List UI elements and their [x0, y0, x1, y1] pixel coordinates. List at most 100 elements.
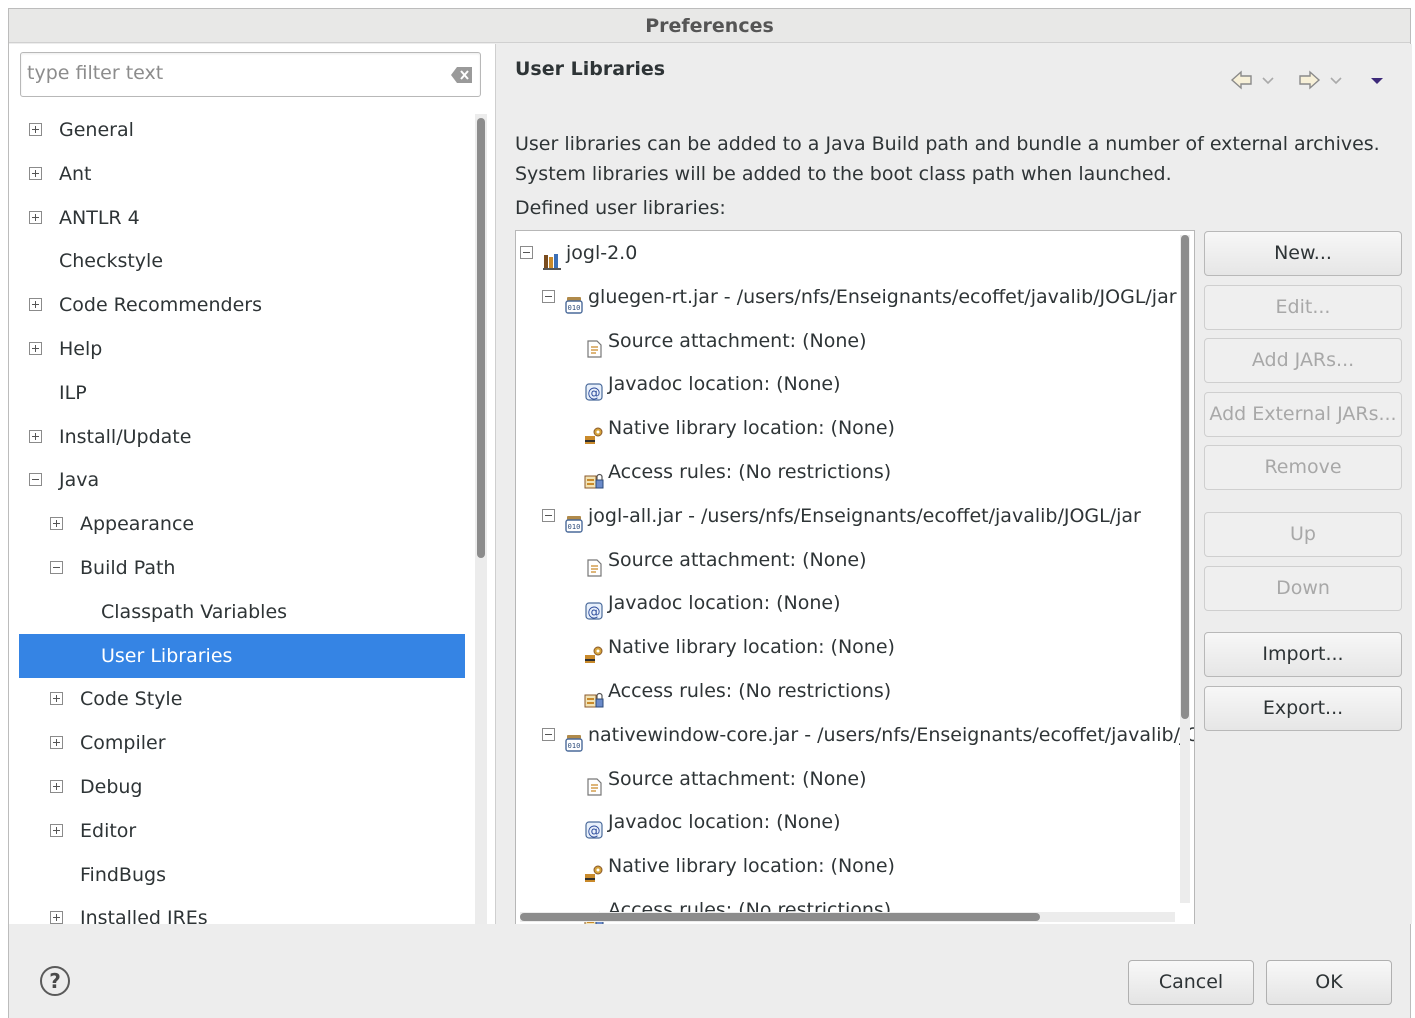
expand-icon[interactable]	[29, 210, 42, 224]
tree-item-installed-jres[interactable]: Installed JREs	[19, 896, 465, 924]
expand-icon[interactable]	[50, 823, 63, 837]
source-attachment-icon	[584, 769, 604, 796]
edit-button[interactable]: Edit...	[1204, 285, 1402, 330]
tree-item-label: Classpath Variables	[101, 600, 288, 623]
native-library-icon	[584, 418, 604, 445]
defined-libraries-label: Defined user libraries:	[515, 197, 726, 219]
javadoc-icon: @	[584, 812, 604, 839]
collapse-icon[interactable]	[542, 508, 555, 522]
tree-item-label: Build Path	[80, 557, 176, 579]
user-libraries-tree[interactable]: jogl-2.0 010 gluegen-rt.jar - /users/nfs/E…	[515, 230, 1195, 925]
tree-item-code-recommenders[interactable]: Code Recommenders	[19, 283, 465, 327]
preference-tree-pane: General Ant ANTLR 4 Checkstyle Code Recommen…	[9, 44, 496, 924]
library-tree-item-label: gluegen-rt.jar - /users/nfs/Enseignants/…	[588, 285, 1177, 308]
expand-icon[interactable]	[50, 692, 63, 706]
forward-arrow-icon[interactable]	[1297, 68, 1321, 92]
tree-item-findbugs[interactable]: FindBugs	[19, 853, 465, 897]
collapse-icon[interactable]	[542, 727, 555, 741]
library-tree-item-label: Access rules: (No restrictions)	[608, 680, 892, 702]
access-rules-icon	[584, 462, 604, 489]
tree-item-help[interactable]: Help	[19, 327, 465, 371]
clear-filter-icon[interactable]	[450, 66, 474, 84]
title-bar: Preferences	[9, 9, 1410, 43]
up-button[interactable]: Up	[1204, 512, 1402, 557]
page-description: User libraries can be added to a Java Bu…	[515, 129, 1380, 189]
tree-item-install-update[interactable]: Install/Update	[19, 415, 465, 459]
libraries-vertical-scrollbar[interactable]	[1180, 235, 1190, 903]
expand-icon[interactable]	[29, 166, 42, 180]
javadoc-icon: @	[584, 593, 604, 620]
tree-scrollbar[interactable]	[475, 114, 487, 924]
jar-icon: 010	[564, 725, 584, 752]
forward-history-chevron-icon[interactable]	[1328, 68, 1344, 92]
collapse-icon[interactable]	[50, 561, 63, 574]
libraries-horizontal-scrollbar-thumb[interactable]	[520, 913, 1040, 921]
tree-item-debug[interactable]: Debug	[19, 765, 465, 809]
library-tree-item-label: Javadoc location: (None)	[608, 811, 841, 834]
preference-tree: General Ant ANTLR 4 Checkstyle Code Recommen…	[19, 108, 465, 924]
javadoc-icon: @	[584, 374, 604, 401]
library-tree-item-label: Access rules: (No restrictions)	[608, 461, 892, 483]
tree-scrollbar-thumb[interactable]	[477, 118, 485, 558]
expand-icon[interactable]	[50, 780, 63, 793]
expand-icon[interactable]	[29, 342, 42, 355]
user-libraries-page: User Libraries User libraries can be add…	[498, 44, 1412, 925]
ok-button[interactable]: OK	[1266, 960, 1392, 1005]
tree-item-code-style[interactable]: Code Style	[19, 677, 465, 721]
cancel-button[interactable]: Cancel	[1128, 960, 1254, 1005]
library-tree-item-label: Native library location: (None)	[608, 417, 895, 440]
tree-item-label: Install/Update	[59, 425, 192, 448]
tree-item-compiler[interactable]: Compiler	[19, 721, 465, 765]
tree-item-java[interactable]: Java	[19, 458, 465, 502]
svg-text:@: @	[588, 386, 601, 401]
tree-item-build-path[interactable]: Build Path	[19, 546, 465, 590]
libraries-vertical-scrollbar-thumb[interactable]	[1181, 235, 1189, 719]
tree-item-label: Appearance	[80, 513, 195, 536]
tree-item-label: Installed JREs	[80, 907, 208, 924]
collapse-icon[interactable]	[29, 473, 42, 487]
expand-icon[interactable]	[50, 517, 63, 531]
tree-item-ant[interactable]: Ant	[19, 152, 465, 196]
svg-text:010: 010	[568, 523, 581, 531]
help-icon[interactable]: ?	[40, 966, 70, 996]
tree-item-general[interactable]: General	[19, 108, 465, 152]
expand-icon[interactable]	[50, 911, 63, 924]
tree-item-editor[interactable]: Editor	[19, 809, 465, 853]
expand-icon[interactable]	[50, 736, 63, 750]
collapse-icon[interactable]	[520, 246, 533, 259]
tree-item-user-libraries[interactable]: User Libraries	[19, 633, 465, 678]
back-arrow-icon[interactable]	[1230, 68, 1254, 92]
add-external-jars-button[interactable]: Add External JARs...	[1204, 392, 1402, 437]
down-button[interactable]: Down	[1204, 566, 1402, 611]
add-jars-button[interactable]: Add JARs...	[1204, 338, 1402, 383]
tree-item-ilp[interactable]: ILP	[19, 371, 465, 415]
collapse-icon[interactable]	[542, 289, 555, 303]
svg-text:@: @	[588, 824, 601, 839]
library-tree-item-label: Javadoc location: (None)	[608, 373, 841, 396]
expand-icon[interactable]	[29, 123, 42, 136]
remove-button[interactable]: Remove	[1204, 445, 1402, 490]
svg-text:010: 010	[568, 304, 581, 312]
tree-item-label: General	[59, 119, 134, 141]
new-button[interactable]: New...	[1204, 231, 1402, 276]
export-button[interactable]: Export...	[1204, 686, 1402, 731]
filter-input[interactable]	[27, 62, 437, 84]
tree-item-label: FindBugs	[80, 863, 166, 886]
tree-item-label: ILP	[59, 381, 87, 404]
expand-icon[interactable]	[29, 429, 42, 443]
tree-item-appearance[interactable]: Appearance	[19, 502, 465, 546]
expand-icon[interactable]	[29, 298, 42, 312]
tree-item-label: Java	[59, 469, 100, 492]
tree-item-checkstyle[interactable]: Checkstyle	[19, 239, 465, 283]
view-menu-icon[interactable]	[1368, 68, 1386, 92]
library-tree-item-label: jogl-2.0	[566, 242, 638, 264]
back-history-chevron-icon[interactable]	[1260, 68, 1276, 92]
import-button[interactable]: Import...	[1204, 632, 1402, 677]
tree-item-label: Debug	[80, 776, 143, 798]
library-tree-item-label: jogl-all.jar - /users/nfs/Enseignants/ec…	[588, 504, 1141, 527]
library-icon	[542, 243, 562, 270]
tree-item-antlr-4[interactable]: ANTLR 4	[19, 196, 465, 240]
tree-item-classpath-variables[interactable]: Classpath Variables	[19, 590, 465, 634]
source-attachment-icon	[584, 331, 604, 358]
libraries-horizontal-scrollbar[interactable]	[520, 912, 1175, 922]
